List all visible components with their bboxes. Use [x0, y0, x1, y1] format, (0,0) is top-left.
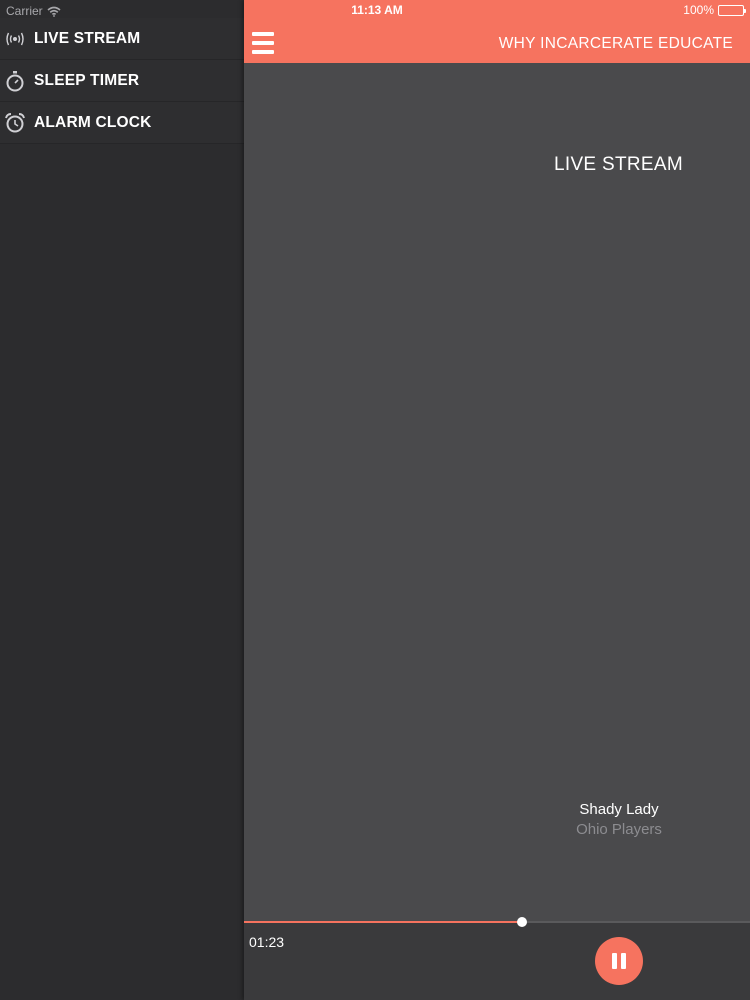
progress-bar[interactable] — [244, 917, 750, 927]
status-bar-right: 100% — [683, 3, 746, 17]
header-bar: 11:13 AM 100% WHY INCARCERATE EDUCATE — [244, 0, 750, 63]
sidebar-menu: LIVE STREAM SLEEP TIMER ALARM CLOCK — [0, 18, 244, 144]
progress-fill — [244, 921, 523, 923]
sidebar-item-alarm-clock[interactable]: ALARM CLOCK — [0, 102, 244, 144]
track-title: Shady Lady — [579, 801, 659, 818]
app-screen: Carrier LIVE STREAM SLEEP TIMER ALARM CL… — [0, 0, 750, 1000]
sidebar-item-live-stream[interactable]: LIVE STREAM — [0, 18, 244, 60]
app-title: WHY INCARCERATE EDUCATE — [498, 35, 733, 52]
wifi-icon — [47, 6, 61, 17]
elapsed-time: 01:23 — [249, 934, 285, 950]
battery-percent: 100% — [683, 3, 714, 17]
carrier-label: Carrier — [6, 4, 43, 18]
player-bar: 01:23 — [244, 917, 750, 1000]
pause-icon — [612, 953, 626, 969]
now-playing-info: Shady Lady Ohio Players — [544, 800, 694, 840]
track-artist: Ohio Players — [576, 821, 662, 838]
main-panel: 11:13 AM 100% WHY INCARCERATE EDUCATE LI… — [244, 0, 750, 1000]
sidebar-item-label: LIVE STREAM — [34, 29, 141, 47]
sidebar-item-sleep-timer[interactable]: SLEEP TIMER — [0, 60, 244, 102]
stopwatch-icon — [4, 70, 26, 92]
hamburger-menu-icon[interactable] — [252, 32, 274, 54]
pause-button[interactable] — [595, 937, 643, 985]
battery-icon — [718, 4, 746, 16]
sidebar-item-label: SLEEP TIMER — [34, 71, 140, 89]
progress-handle[interactable] — [517, 917, 528, 927]
broadcast-icon — [4, 28, 26, 50]
sidebar: Carrier LIVE STREAM SLEEP TIMER ALARM CL… — [0, 0, 244, 1000]
alarm-clock-icon — [4, 112, 26, 134]
sidebar-item-label: ALARM CLOCK — [34, 113, 152, 131]
status-time: 11:13 AM — [351, 3, 403, 17]
page-title: LIVE STREAM — [554, 154, 683, 175]
status-bar-left: Carrier — [6, 3, 61, 19]
